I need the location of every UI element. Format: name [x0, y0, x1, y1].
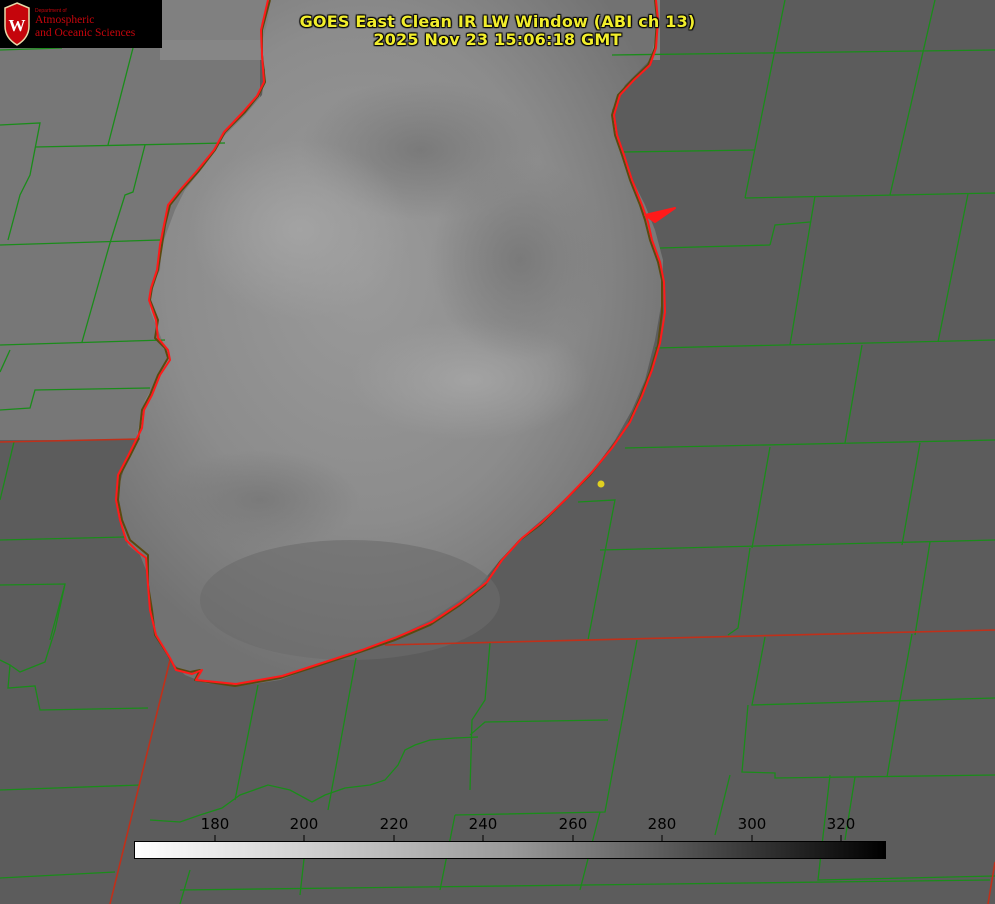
crest-letter: W — [9, 16, 26, 35]
aos-logo[interactable]: W Department of Atmospheric and Oceanic … — [0, 0, 162, 48]
logo-line2: and Oceanic Sciences — [35, 27, 136, 39]
colorbar-tick-label: 180 — [200, 815, 230, 833]
uw-crest-icon: W — [4, 2, 30, 46]
satellite-image-viewer: GOES East Clean IR LW Window (ABI ch 13)… — [0, 0, 995, 904]
colorbar-tick-label: 260 — [558, 815, 588, 833]
location-marker — [597, 480, 605, 488]
colorbar-tick-label: 280 — [647, 815, 677, 833]
colorbar-tick-label: 240 — [468, 815, 498, 833]
colorbar-tick-label: 320 — [826, 815, 856, 833]
colorbar-tick-label: 300 — [737, 815, 767, 833]
cloud-texture — [190, 140, 410, 320]
colorbar-tick-label: 200 — [289, 815, 319, 833]
satellite-map — [0, 0, 995, 904]
cloud-texture — [430, 160, 610, 360]
colorbar-tick-label: 220 — [379, 815, 409, 833]
logo-line1: Atmospheric — [35, 14, 95, 26]
cloud-texture — [160, 450, 360, 550]
temperature-colorbar — [134, 841, 886, 859]
cloud-texture — [200, 540, 500, 660]
